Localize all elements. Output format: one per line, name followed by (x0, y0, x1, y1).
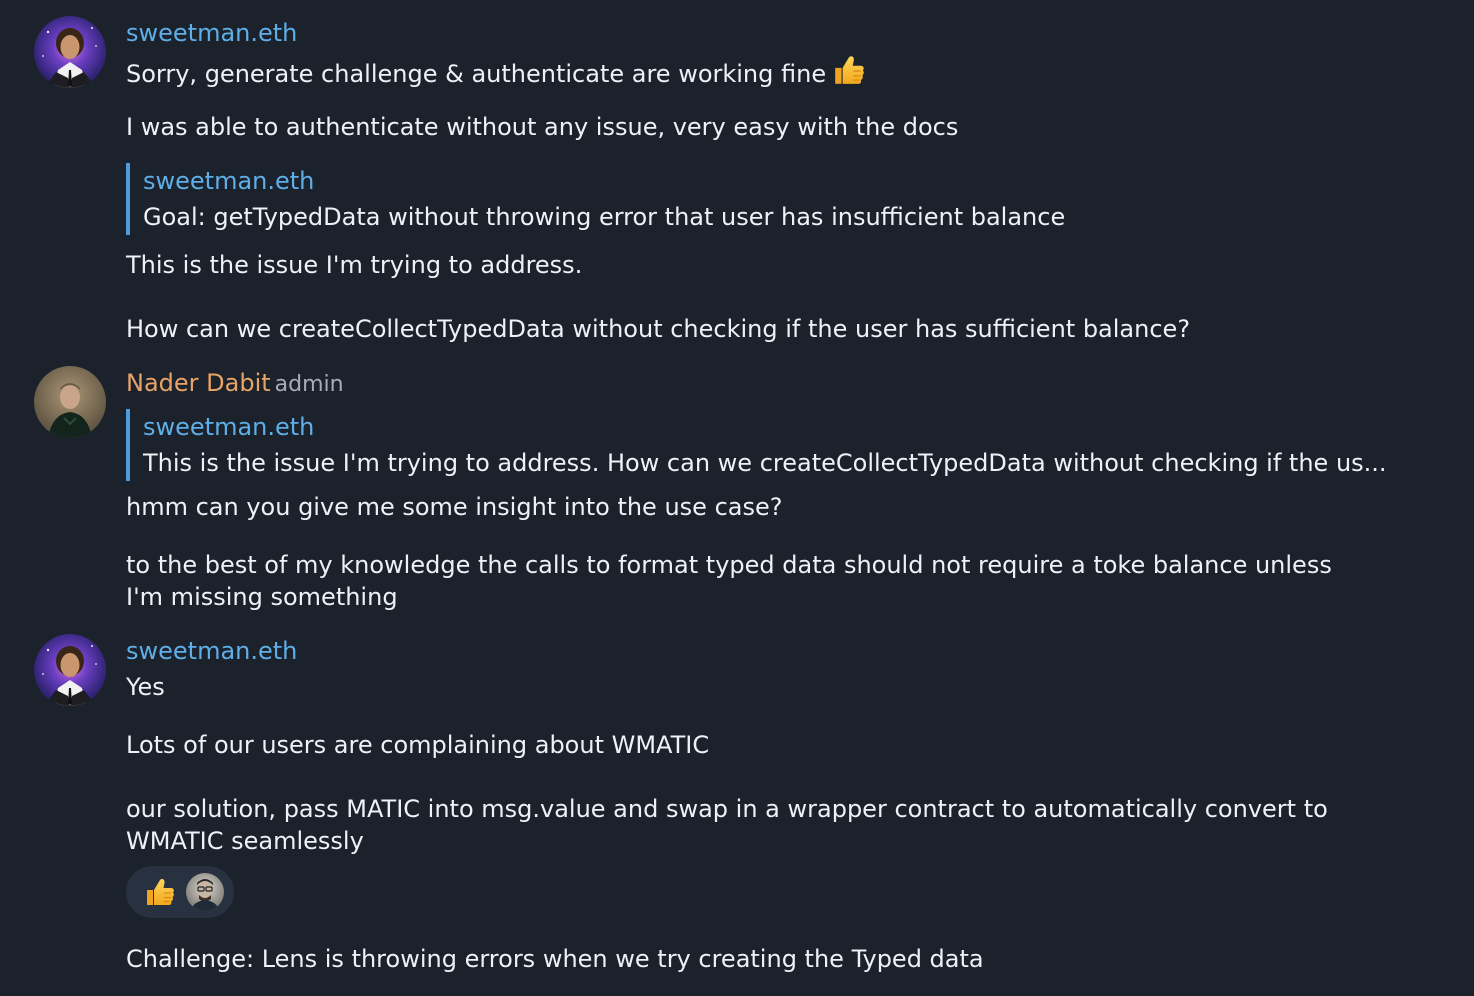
user-avatar-sweetman (34, 16, 106, 88)
thumbs-up-icon (144, 876, 176, 908)
message-line: Sorry, generate challenge & authenticate… (126, 60, 827, 88)
user-avatar-nader (34, 366, 106, 438)
message-text: Sorry, generate challenge & authenticate… (126, 53, 866, 90)
message-author-line: Nader Dabit admin (126, 367, 344, 401)
reactor-avatar (186, 873, 224, 911)
reply-quote[interactable]: sweetman.eth Goal: getTypedData without … (126, 163, 1065, 235)
message-text: This is the issue I'm trying to address. (126, 251, 583, 279)
message-text: WMATIC seamlessly (126, 827, 364, 855)
user-avatar[interactable] (34, 16, 106, 88)
role-badge: admin (274, 372, 344, 397)
user-avatar[interactable] (34, 366, 106, 438)
message-text: to the best of my knowledge the calls to… (126, 551, 1332, 579)
quote-text: This is the issue I'm trying to address.… (143, 449, 1387, 477)
quote-author: sweetman.eth (143, 167, 315, 195)
user-avatar-sweetman (34, 634, 106, 706)
reply-quote[interactable]: sweetman.eth This is the issue I'm tryin… (126, 409, 1387, 481)
message-text: Challenge: Lens is throwing errors when … (126, 945, 984, 973)
thumbs-up-icon (832, 53, 866, 87)
reactor-avatar-image (186, 873, 224, 911)
message-text: our solution, pass MATIC into msg.value … (126, 795, 1328, 823)
message-text: Yes (126, 673, 165, 701)
message-author[interactable]: Nader Dabit (126, 369, 271, 397)
quote-author: sweetman.eth (143, 413, 315, 441)
message-text: Lots of our users are complaining about … (126, 731, 710, 759)
message-text: hmm can you give me some insight into th… (126, 493, 783, 521)
message-author[interactable]: sweetman.eth (126, 17, 297, 49)
user-avatar[interactable] (34, 634, 106, 706)
reaction-chip[interactable] (126, 866, 234, 918)
message-text: How can we createCollectTypedData withou… (126, 315, 1191, 343)
message-text: I was able to authenticate without any i… (126, 113, 959, 141)
quote-text: Goal: getTypedData without throwing erro… (143, 203, 1066, 231)
message-text: I'm missing something (126, 583, 398, 611)
message-author[interactable]: sweetman.eth (126, 635, 297, 667)
